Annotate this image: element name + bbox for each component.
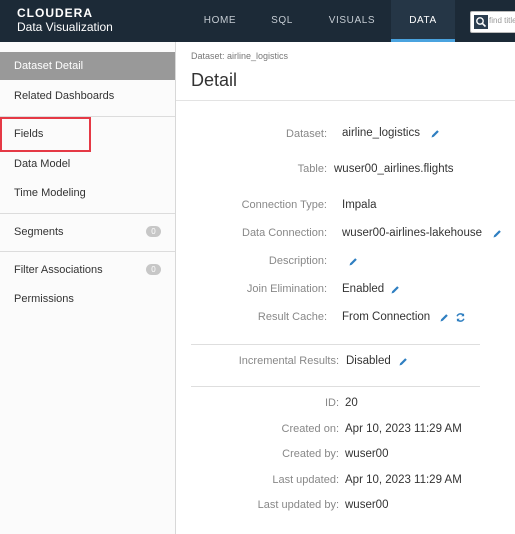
search-placeholder: find title xyxy=(489,16,515,25)
fields-highlight-box xyxy=(0,117,91,152)
sidebar-item-permissions[interactable]: Permissions xyxy=(0,285,175,313)
nav-data[interactable]: DATA xyxy=(391,0,455,42)
result-cache-label: Result Cache: xyxy=(257,311,327,323)
sidebar-item-label: Permissions xyxy=(14,293,74,305)
dataset-value: airline_logistics xyxy=(342,127,420,139)
join-elimination-value: Enabled xyxy=(342,283,385,295)
created-by-label: Created by: xyxy=(282,448,339,460)
edit-join-elimination-pencil-icon[interactable] xyxy=(390,285,400,295)
incremental-results-label: Incremental Results: xyxy=(238,355,339,367)
search-icon xyxy=(474,15,488,29)
refresh-cache-icon[interactable] xyxy=(455,312,466,323)
sidebar-item-label: Related Dashboards xyxy=(14,90,115,102)
brand-logo[interactable]: CLOUDERA xyxy=(17,6,93,20)
filter-associations-count-badge: 0 xyxy=(146,264,161,275)
sidebar-item-label: Time Modeling xyxy=(14,187,86,199)
nav-sql[interactable]: SQL xyxy=(254,0,310,42)
join-elimination-label: Join Elimination: xyxy=(246,283,327,295)
section-divider xyxy=(191,344,480,345)
sidebar: Dataset Detail Related Dashboards Fields… xyxy=(0,42,176,534)
title-divider xyxy=(176,100,515,101)
sidebar-item-time-modeling[interactable]: Time Modeling xyxy=(0,179,175,207)
result-cache-value: From Connection xyxy=(342,311,431,323)
nav-home[interactable]: HOME xyxy=(190,0,250,42)
edit-description-pencil-icon[interactable] xyxy=(348,257,358,267)
sidebar-item-label: Dataset Detail xyxy=(14,60,84,72)
table-value: wuser00_airlines.flights xyxy=(334,163,454,175)
edit-incremental-results-pencil-icon[interactable] xyxy=(398,357,408,367)
incremental-results-value: Disabled xyxy=(346,355,391,367)
data-connection-label: Data Connection: xyxy=(242,227,327,239)
sidebar-item-dataset-detail[interactable]: Dataset Detail xyxy=(0,52,175,80)
last-updated-by-label: Last updated by: xyxy=(257,499,339,511)
sidebar-item-filter-associations[interactable]: Filter Associations 0 xyxy=(0,256,175,284)
sidebar-item-label: Segments xyxy=(14,226,64,238)
dataset-label: Dataset: xyxy=(286,128,327,140)
id-value: 20 xyxy=(345,397,358,409)
data-connection-value: wuser00-airlines-lakehouse xyxy=(342,227,482,239)
last-updated-label: Last updated: xyxy=(272,474,339,486)
brand-product-name: Data Visualization xyxy=(17,20,113,34)
created-on-label: Created on: xyxy=(281,423,339,435)
edit-data-connection-pencil-icon[interactable] xyxy=(492,229,502,239)
sidebar-item-data-model[interactable]: Data Model xyxy=(0,150,175,178)
sidebar-divider xyxy=(0,213,175,214)
sidebar-item-segments[interactable]: Segments 0 xyxy=(0,218,175,246)
top-bar: CLOUDERA Data Visualization HOME SQL VIS… xyxy=(0,0,515,42)
section-divider xyxy=(191,386,480,387)
sidebar-item-label: Filter Associations xyxy=(14,264,103,276)
search-input[interactable]: find title xyxy=(470,11,515,33)
nav-visuals[interactable]: VISUALS xyxy=(316,0,388,42)
edit-result-cache-pencil-icon[interactable] xyxy=(439,313,449,323)
sidebar-divider xyxy=(0,251,175,252)
connection-type-value: Impala xyxy=(342,199,377,211)
description-label: Description: xyxy=(268,255,327,267)
created-by-value: wuser00 xyxy=(345,448,389,460)
connection-type-label: Connection Type: xyxy=(241,199,327,211)
last-updated-by-value: wuser00 xyxy=(345,499,389,511)
sidebar-item-label: Data Model xyxy=(14,158,71,170)
page-title: Detail xyxy=(191,70,238,90)
segments-count-badge: 0 xyxy=(146,226,161,237)
id-label: ID: xyxy=(324,397,339,409)
created-on-value: Apr 10, 2023 11:29 AM xyxy=(345,423,462,435)
breadcrumb: Dataset: airline_logistics xyxy=(191,51,289,61)
last-updated-value: Apr 10, 2023 11:29 AM xyxy=(345,474,462,486)
edit-dataset-pencil-icon[interactable] xyxy=(430,129,440,139)
sidebar-item-related-dashboards[interactable]: Related Dashboards xyxy=(0,82,175,110)
table-label: Table: xyxy=(297,163,327,175)
